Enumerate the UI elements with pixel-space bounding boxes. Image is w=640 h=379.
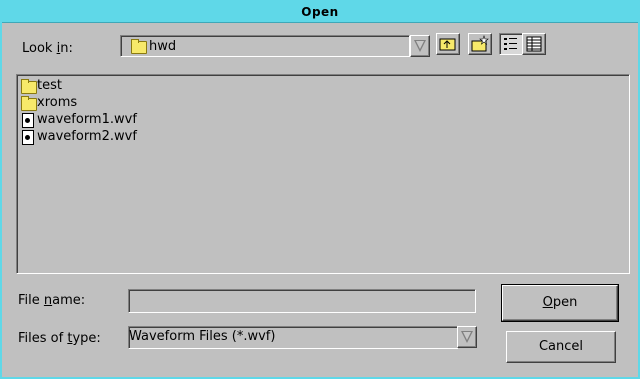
- new-folder-icon: [471, 35, 489, 52]
- dropdown-arrow-icon: [414, 40, 426, 52]
- file-type-label: Files of type:: [18, 331, 101, 346]
- item-name: waveform2.wvf: [37, 129, 137, 144]
- cancel-button-label: Cancel: [538, 339, 584, 354]
- file-icon: [22, 130, 34, 145]
- look-in-dropdown-button[interactable]: [410, 35, 430, 57]
- file-name-label: File name:: [18, 293, 86, 308]
- list-view-button[interactable]: [499, 33, 523, 55]
- details-view-icon: [526, 36, 542, 52]
- window-title: Open: [301, 5, 339, 19]
- dropdown-arrow-icon: [461, 331, 473, 343]
- up-folder-icon: [439, 38, 456, 51]
- item-name: test: [37, 78, 62, 93]
- folder-icon: [21, 79, 37, 94]
- cancel-button[interactable]: Cancel: [506, 331, 616, 363]
- look-in-combo[interactable]: hwd: [120, 35, 410, 57]
- file-type-dropdown-button[interactable]: [457, 326, 477, 348]
- list-view-icon: [504, 38, 517, 50]
- item-name: waveform1.wvf: [37, 112, 137, 127]
- new-folder-button[interactable]: [468, 33, 492, 55]
- folder-icon: [131, 39, 147, 54]
- title-bar[interactable]: Open: [2, 2, 638, 23]
- file-name-input[interactable]: [128, 289, 476, 313]
- open-button-label: Open: [542, 295, 578, 310]
- file-icon: [22, 113, 34, 128]
- file-list[interactable]: test xroms waveform1.wvf waveform2.wvf: [16, 74, 630, 274]
- file-type-value: Waveform Files (*.wvf): [129, 329, 276, 344]
- file-type-combo[interactable]: Waveform Files (*.wvf): [128, 326, 458, 349]
- details-view-button[interactable]: [522, 33, 546, 55]
- folder-icon: [21, 96, 37, 111]
- open-dialog: Open Look in: hwd test xroms waveform1.w…: [0, 0, 640, 379]
- look-in-label: Look in:: [22, 41, 73, 56]
- open-button[interactable]: Open: [501, 284, 619, 322]
- look-in-value: hwd: [149, 39, 177, 54]
- up-one-level-button[interactable]: [436, 33, 460, 55]
- item-name: xroms: [37, 95, 78, 110]
